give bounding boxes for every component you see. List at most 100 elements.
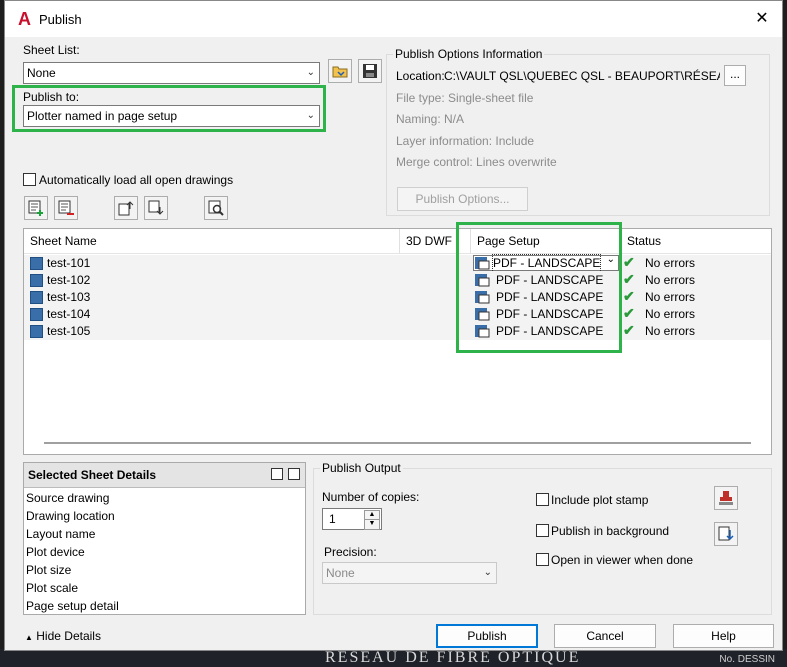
- background-drawing: RÉSEAU DE FIBRE OPTIQUE No. DESSIN: [0, 649, 787, 667]
- details-title-text: Selected Sheet Details: [28, 468, 157, 482]
- details-title: Selected Sheet Details: [24, 463, 305, 488]
- add-sheets-button[interactable]: [24, 196, 48, 220]
- table-row[interactable]: test-105 PDF - LANDSCAPE ✔ No errors: [24, 322, 771, 340]
- sheet-list-value: None: [27, 66, 56, 80]
- page-setup-value[interactable]: PDF - LANDSCAPE: [496, 323, 603, 340]
- sheet-list-select[interactable]: None ⌄: [23, 62, 320, 84]
- table-row[interactable]: test-104 PDF - LANDSCAPE ✔ No errors: [24, 305, 771, 323]
- status-text: No errors: [645, 290, 696, 304]
- copies-label: Number of copies:: [322, 490, 420, 504]
- layer-info-text: Layer information: Include: [396, 134, 535, 148]
- column-3d-dwf[interactable]: 3D DWF: [400, 229, 471, 253]
- precision-label: Precision:: [324, 545, 377, 559]
- page-setup-icon: [475, 325, 490, 338]
- chevron-down-icon: ⌄: [606, 254, 615, 265]
- folder-open-icon: [332, 66, 348, 78]
- file-type-text: File type: Single-sheet file: [396, 91, 534, 105]
- publish-options-button[interactable]: Publish Options...: [397, 187, 528, 211]
- merge-control-text: Merge control: Lines overwrite: [396, 155, 557, 169]
- hide-details-toggle[interactable]: ▲ Hide Details: [25, 629, 101, 643]
- sheet-icon: [30, 257, 43, 270]
- plot-stamp-settings-button[interactable]: [714, 486, 738, 510]
- table-row[interactable]: test-102 PDF - LANDSCAPE ✔ No errors: [24, 271, 771, 289]
- horizontal-scrollbar[interactable]: [44, 442, 751, 444]
- browse-location-button[interactable]: ...: [724, 65, 746, 86]
- detail-drawing-location: Drawing location: [26, 509, 115, 523]
- detail-plot-scale: Plot scale: [26, 581, 79, 595]
- background-corner-text: No. DESSIN: [719, 654, 775, 665]
- remove-sheets-button[interactable]: [54, 196, 78, 220]
- table-header: Sheet Name 3D DWF Page Setup Status: [24, 229, 771, 254]
- publish-to-select[interactable]: Plotter named in page setup ⌄: [23, 105, 320, 127]
- load-sheet-list-button[interactable]: [328, 59, 352, 83]
- sheet-list-label: Sheet List:: [23, 43, 80, 57]
- sheet-name: test-101: [47, 256, 91, 270]
- column-page-setup[interactable]: Page Setup: [471, 229, 621, 253]
- status-text: No errors: [645, 307, 696, 321]
- window-title: Publish: [39, 12, 82, 27]
- remove-sheet-icon: [58, 200, 74, 215]
- page-setup-value[interactable]: PDF - LANDSCAPE: [496, 306, 603, 323]
- page-setup-icon: [475, 291, 490, 304]
- detail-layout-name: Layout name: [26, 527, 96, 541]
- move-sheet-down-button[interactable]: [144, 196, 168, 220]
- precision-value: None: [326, 566, 355, 580]
- publish-background-checkbox[interactable]: [536, 524, 549, 537]
- status-text: No errors: [645, 273, 696, 287]
- background-settings-button[interactable]: [714, 522, 738, 546]
- page-setup-icon: [475, 274, 490, 287]
- detail-plot-size: Plot size: [26, 563, 72, 577]
- column-sheet-name[interactable]: Sheet Name: [24, 229, 400, 253]
- publish-options-info-title: Publish Options Information: [393, 47, 545, 61]
- background-caption: RÉSEAU DE FIBRE OPTIQUE: [325, 649, 581, 666]
- move-sheet-up-button[interactable]: [114, 196, 138, 220]
- publish-button[interactable]: Publish: [436, 624, 538, 648]
- include-plot-stamp-checkbox[interactable]: [536, 493, 549, 506]
- copies-value: 1: [329, 512, 336, 526]
- check-icon: ✔: [623, 305, 635, 321]
- move-up-icon: [118, 201, 134, 216]
- title-bar: A Publish ✕: [5, 1, 782, 37]
- publish-to-value: Plotter named in page setup: [27, 109, 178, 123]
- precision-select[interactable]: None ⌄: [322, 562, 497, 584]
- move-down-icon: [148, 200, 164, 215]
- check-icon: ✔: [623, 254, 635, 270]
- detail-plot-device: Plot device: [26, 545, 85, 559]
- close-button[interactable]: ✕: [752, 9, 772, 29]
- sheet-icon: [30, 274, 43, 287]
- save-sheet-list-button[interactable]: [358, 59, 382, 83]
- column-status[interactable]: Status: [621, 229, 771, 253]
- cancel-button[interactable]: Cancel: [554, 624, 656, 648]
- details-view-icon[interactable]: [271, 468, 283, 480]
- location-label: Location:: [396, 69, 445, 83]
- triangle-up-icon: ▲: [25, 633, 33, 642]
- auto-load-label: Automatically load all open drawings: [39, 173, 234, 187]
- selected-sheet-details: Selected Sheet Details Source drawing Dr…: [23, 462, 306, 615]
- detail-source-drawing: Source drawing: [26, 491, 110, 505]
- auto-load-checkbox[interactable]: [23, 173, 36, 186]
- add-sheet-icon: [28, 200, 43, 216]
- check-icon: ✔: [623, 322, 635, 338]
- page-setup-value[interactable]: PDF - LANDSCAPE: [496, 272, 603, 289]
- status-text: No errors: [645, 324, 696, 338]
- sheet-name: test-105: [47, 324, 91, 338]
- chevron-down-icon: ⌄: [306, 110, 315, 121]
- sheet-name: test-104: [47, 307, 91, 321]
- include-plot-stamp-label: Include plot stamp: [551, 493, 649, 507]
- copies-spinner[interactable]: 1 ▲ ▼: [322, 508, 382, 530]
- detail-page-setup: Page setup detail: [26, 599, 119, 613]
- open-viewer-checkbox[interactable]: [536, 553, 549, 566]
- table-row[interactable]: test-101 PDF - LANDSCAPE ⌄ ✔ No errors: [24, 254, 771, 273]
- page-setup-select[interactable]: PDF - LANDSCAPE ⌄: [473, 254, 619, 273]
- open-viewer-label: Open in viewer when done: [551, 553, 694, 567]
- page-setup-value[interactable]: PDF - LANDSCAPE: [496, 289, 603, 306]
- table-row[interactable]: test-103 PDF - LANDSCAPE ✔ No errors: [24, 288, 771, 306]
- sheet-name: test-103: [47, 290, 91, 304]
- details-preview-icon[interactable]: [288, 468, 300, 480]
- stamp-icon: [719, 491, 733, 505]
- publish-output-title: Publish Output: [320, 461, 403, 475]
- sheets-table: Sheet Name 3D DWF Page Setup Status test…: [23, 228, 772, 455]
- help-button[interactable]: Help: [673, 624, 774, 648]
- spin-down-icon[interactable]: ▼: [364, 519, 380, 530]
- preview-button[interactable]: [204, 196, 228, 220]
